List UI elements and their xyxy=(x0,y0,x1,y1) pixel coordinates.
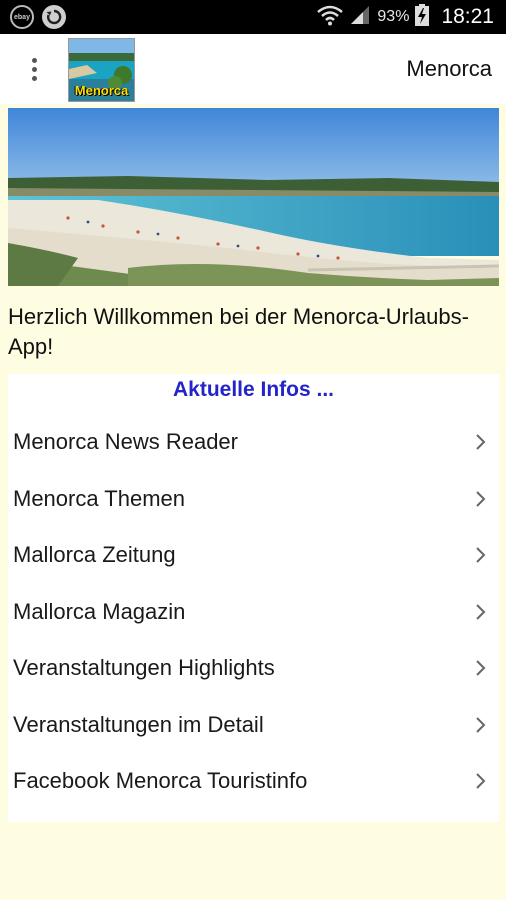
sync-icon xyxy=(42,5,66,29)
hero-beach-image xyxy=(8,108,499,286)
list-item-label: Menorca Themen xyxy=(13,485,186,511)
info-link-list: Menorca News Reader Menorca Themen Mallo… xyxy=(8,414,499,810)
list-item-mallorca-zeitung[interactable]: Mallorca Zeitung xyxy=(8,527,499,584)
list-item-menorca-news-reader[interactable]: Menorca News Reader xyxy=(8,414,499,471)
wifi-icon xyxy=(317,4,344,31)
chevron-right-icon xyxy=(475,658,489,678)
app-logo-text: Menorca xyxy=(74,83,129,98)
chevron-right-icon xyxy=(475,545,489,565)
welcome-text: Herzlich Willkommen bei der Menorca-Urla… xyxy=(8,304,469,359)
info-heading: Aktuelle Infos ... xyxy=(172,378,335,401)
clock: 18:21 xyxy=(441,5,494,28)
list-item-label: Menorca News Reader xyxy=(13,429,238,455)
chevron-right-icon xyxy=(475,432,489,452)
chevron-right-icon xyxy=(475,602,489,622)
list-item-label: Veranstaltungen Highlights xyxy=(13,655,275,681)
battery-charging-icon xyxy=(415,3,430,31)
list-item-label: Mallorca Magazin xyxy=(13,598,186,624)
chevron-right-icon xyxy=(475,715,489,735)
status-bar: ebay 93% 18:21 xyxy=(0,0,506,34)
list-item-veranstaltungen-im-detail[interactable]: Veranstaltungen im Detail xyxy=(8,697,499,754)
app-logo: Menorca xyxy=(68,38,135,102)
signal-icon xyxy=(349,5,371,30)
chevron-right-icon xyxy=(475,771,489,791)
list-item-facebook-menorca-touristinfo[interactable]: Facebook Menorca Touristinfo xyxy=(8,753,499,810)
list-item-label: Veranstaltungen im Detail xyxy=(13,711,264,737)
list-item-veranstaltungen-highlights[interactable]: Veranstaltungen Highlights xyxy=(8,640,499,697)
ebay-notification-icon: ebay xyxy=(10,5,34,29)
list-item-mallorca-magazin[interactable]: Mallorca Magazin xyxy=(8,584,499,641)
app-bar: Menorca Menorca xyxy=(0,34,506,104)
list-item-label: Facebook Menorca Touristinfo xyxy=(13,768,308,794)
app-title: Menorca xyxy=(406,56,492,81)
battery-percent: 93% xyxy=(377,8,410,25)
menu-overflow-icon[interactable] xyxy=(19,49,49,89)
info-panel: Aktuelle Infos ... Menorca News Reader M… xyxy=(8,374,499,822)
list-item-label: Mallorca Zeitung xyxy=(13,542,176,568)
list-item-menorca-themen[interactable]: Menorca Themen xyxy=(8,471,499,528)
chevron-right-icon xyxy=(475,489,489,509)
